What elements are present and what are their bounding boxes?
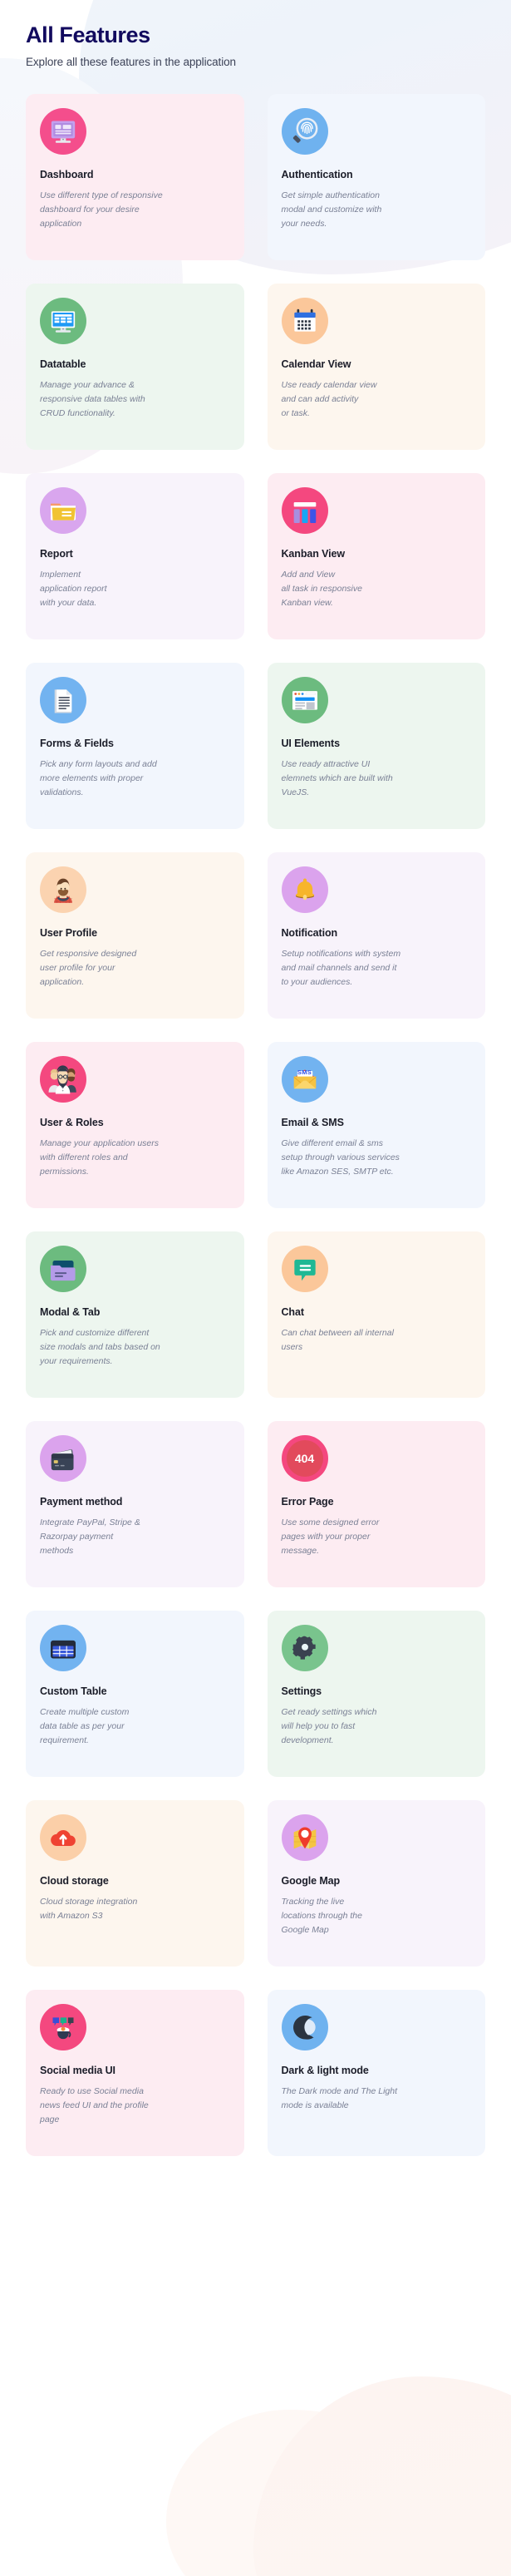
feature-card-dashboard[interactable]: Dashboard Use different type of responsiv… (26, 94, 244, 261)
feature-card-title: Settings (281, 1685, 322, 1698)
calendar-icon (281, 298, 328, 345)
feature-card-description: Tracking the live locations through the … (281, 1897, 362, 1936)
feature-card-description: Ready to use Social media news feed UI a… (40, 2086, 149, 2125)
feature-card-description: Use ready attractive UI elemnets which a… (281, 759, 393, 798)
feature-card-title: Google Map (281, 1875, 341, 1888)
social-feed-icon (40, 2004, 86, 2051)
feature-card-ui-elements[interactable]: UI Elements Use ready attractive UI elemn… (267, 663, 485, 830)
bell-icon (281, 866, 328, 914)
feature-card-calendar-view[interactable]: Calendar View Use ready calendar view and… (267, 284, 485, 451)
feature-card-description: Create multiple custom data table as per… (40, 1707, 130, 1746)
feature-card-description: Use different type of responsive dashboa… (40, 190, 163, 229)
page-subtitle: Explore all these features in the applic… (26, 56, 236, 69)
feature-card-description: The Dark mode and The Light mode is avai… (281, 2086, 398, 2111)
feature-card-title: Payment method (40, 1496, 123, 1508)
browser-window-icon (281, 677, 328, 724)
feature-card-custom-table[interactable]: Custom Table Create multiple custom data … (26, 1611, 244, 1778)
folder-report-icon (40, 487, 86, 535)
feature-card-user-profile[interactable]: User Profile Get responsive designed user… (26, 852, 244, 1019)
feature-card-chat[interactable]: Chat Can chat between all internal users (267, 1231, 485, 1399)
feature-card-description: Get ready settings which will help you t… (281, 1707, 377, 1746)
feature-card-description: Manage your application users with diffe… (40, 1138, 160, 1177)
feature-card-description: Cloud storage integration with Amazon S3 (40, 1897, 138, 1922)
feature-card-title: Dashboard (40, 169, 94, 181)
feature-card-description: Get responsive designed user profile for… (40, 949, 137, 988)
features-page: All Features Explore all these features … (0, 0, 511, 2576)
feature-card-description: Manage your advance & responsive data ta… (40, 380, 145, 419)
feature-card-title: User & Roles (40, 1117, 104, 1129)
feature-card-description: Can chat between all internal users (281, 1328, 394, 1353)
feature-card-email-sms[interactable]: SMS Email & SMS Give different email & sms… (267, 1042, 485, 1209)
feature-card-title: Error Page (281, 1496, 334, 1508)
envelope-sms-icon: SMS (281, 1056, 328, 1103)
feature-card-title: Kanban View (281, 548, 346, 560)
users-group-icon (40, 1056, 86, 1103)
error-404-icon: 404 (281, 1435, 328, 1483)
kanban-board-icon (281, 487, 328, 535)
cloud-upload-icon (40, 1814, 86, 1862)
feature-card-kanban-view[interactable]: Kanban View Add and View all task in resp… (267, 473, 485, 640)
page-title: All Features (26, 22, 150, 47)
feature-card-payment-method[interactable]: Payment method Integrate PayPal, Stripe &… (26, 1421, 244, 1588)
page-header: All Features Explore all these features … (0, 0, 511, 68)
feature-card-title: Notification (281, 927, 338, 940)
wallet-icon (40, 1435, 86, 1483)
feature-card-title: Social media UI (40, 2065, 115, 2077)
feature-card-title: Modal & Tab (40, 1306, 101, 1319)
feature-card-title: Datatable (40, 358, 86, 371)
feature-card-error-page[interactable]: 404 Error Page Use some designed error pag… (267, 1421, 485, 1588)
document-form-icon (40, 677, 86, 724)
fingerprint-magnifier-icon (281, 108, 328, 155)
monitor-dashboard-icon (40, 108, 86, 155)
monitor-table-icon (40, 298, 86, 345)
feature-card-title: UI Elements (281, 738, 341, 750)
feature-card-modal-tab[interactable]: Modal & Tab Pick and customize different … (26, 1231, 244, 1399)
feature-card-description: Pick any form layouts and add more eleme… (40, 759, 157, 798)
feature-card-description: Implement application report with your d… (40, 570, 107, 609)
features-grid: Dashboard Use different type of responsiv… (0, 94, 511, 2157)
feature-card-description: Get simple authentication modal and cust… (281, 190, 382, 229)
feature-card-forms-fields[interactable]: Forms & Fields Pick any form layouts and … (26, 663, 244, 830)
feature-card-description: Add and View all task in responsive Kanb… (281, 570, 362, 609)
feature-card-datatable[interactable]: Datatable Manage your advance & responsiv… (26, 284, 244, 451)
user-avatar-icon (40, 866, 86, 914)
gear-icon (281, 1625, 328, 1672)
feature-card-title: Dark & light mode (281, 2065, 369, 2077)
error-404-badge: 404 (286, 1440, 323, 1478)
feature-card-title: Email & SMS (281, 1117, 344, 1129)
feature-card-title: Chat (281, 1306, 304, 1319)
feature-card-title: Custom Table (40, 1685, 107, 1698)
feature-card-notification[interactable]: Notification Setup notifications with sys… (267, 852, 485, 1019)
feature-card-description: Pick and customize different size modals… (40, 1328, 160, 1367)
feature-card-title: Cloud storage (40, 1875, 109, 1888)
feature-card-social-media-ui[interactable]: Social media UI Ready to use Social media… (26, 1990, 244, 2157)
feature-card-title: Report (40, 548, 73, 560)
feature-card-description: Use ready calendar view and can add acti… (281, 380, 377, 419)
feature-card-description: Setup notifications with system and mail… (281, 949, 401, 988)
feature-card-settings[interactable]: Settings Get ready settings which will he… (267, 1611, 485, 1778)
feature-card-google-map[interactable]: Google Map Tracking the live locations th… (267, 1800, 485, 1967)
moon-icon (281, 2004, 328, 2051)
feature-card-report[interactable]: Report Implement application report with … (26, 473, 244, 640)
feature-card-cloud-storage[interactable]: Cloud storage Cloud storage integration w… (26, 1800, 244, 1967)
feature-card-authentication[interactable]: Authentication Get simple authentication … (267, 94, 485, 261)
feature-card-title: Authentication (281, 169, 353, 181)
feature-card-description: Give different email & sms setup through… (281, 1138, 400, 1177)
feature-card-title: User Profile (40, 927, 97, 940)
modal-window-icon (40, 1246, 86, 1293)
background-blob-bottom (253, 2376, 511, 2576)
feature-card-user-roles[interactable]: User & Roles Manage your application user… (26, 1042, 244, 1209)
feature-card-description: Integrate PayPal, Stripe & Razorpay paym… (40, 1517, 140, 1557)
feature-card-title: Calendar View (281, 358, 351, 371)
feature-card-description: Use some designed error pages with your … (281, 1517, 380, 1557)
table-grid-icon (40, 1625, 86, 1672)
feature-card-dark-light-mode[interactable]: Dark & light mode The Dark mode and The L… (267, 1990, 485, 2157)
feature-card-title: Forms & Fields (40, 738, 114, 750)
sms-badge: SMS (297, 1068, 312, 1077)
chat-bubble-icon (281, 1246, 328, 1293)
map-pin-icon (281, 1814, 328, 1862)
